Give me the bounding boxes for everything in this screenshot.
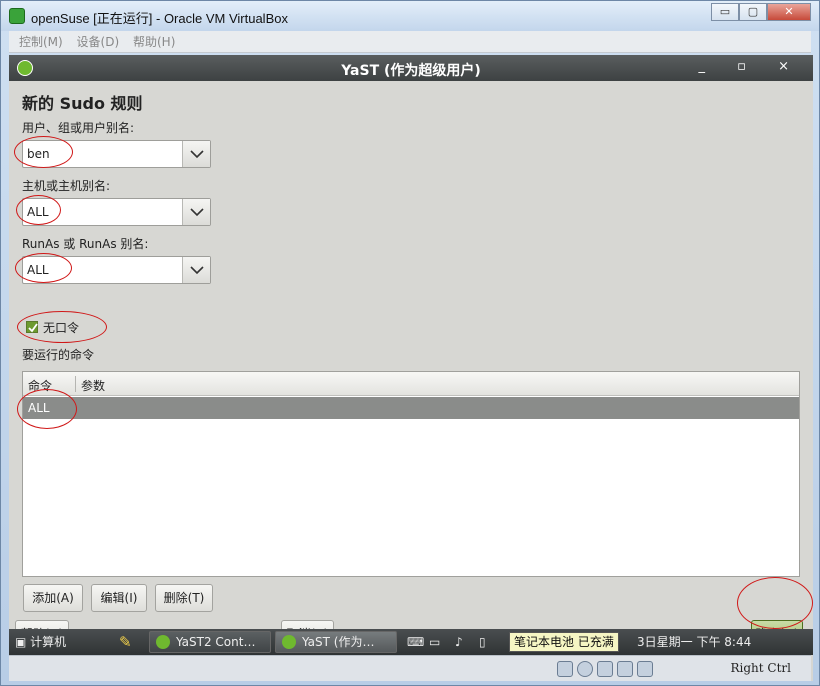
battery-tooltip: 笔记本电池 已充满 [509,632,619,652]
user-label: 用户、组或用户别名: [22,121,135,135]
host-status-bar: Right Ctrl [9,655,811,681]
host-key-label: Right Ctrl [730,661,792,675]
highlight-ring [14,136,73,168]
sudo-rule-dialog: 新的 Sudo 规则 用户、组或用户别名: ben 主机或主机别名: ALL R… [9,81,813,648]
opensuse-logo-icon [282,635,296,649]
commands-table[interactable]: 命令 参数 ALL [22,371,800,577]
yast-title-bar: YaST (作为超级用户) _ ▫ × [9,55,813,81]
minimize-button[interactable]: ▭ [711,3,739,21]
yast-window-title: YaST (作为超级用户) [341,63,481,79]
virtualbox-app-icon [9,8,25,24]
network-icon[interactable] [617,661,633,677]
keyboard-icon[interactable]: ⌨ [407,629,424,655]
chevron-down-icon [190,208,204,217]
yast-window-controls[interactable]: _ ▫ × [699,59,803,74]
computer-menu-label: 计算机 [30,635,67,649]
menu-help[interactable]: 帮助(H) [133,31,175,53]
runas-dropdown-button[interactable] [182,257,210,283]
guest-screen: YaST (作为超级用户) _ ▫ × 新的 Sudo 规则 用户、组或用户别名… [9,55,813,681]
opensuse-logo-icon [156,635,170,649]
host-label: 主机或主机别名: [22,179,111,193]
dialog-heading: 新的 Sudo 规则 [22,94,143,113]
shared-folders-icon[interactable] [637,661,653,677]
optical-drive-icon[interactable] [577,661,593,677]
column-divider [75,376,76,392]
notes-icon[interactable]: ✎ [119,629,132,655]
taskbar-item-yast[interactable]: YaST (作为… [275,631,397,653]
table-row[interactable]: ALL [23,397,799,419]
highlight-ring [15,253,72,283]
host-title-bar: openSuse [正在运行] - Oracle VM VirtualBox ▭… [1,1,819,31]
runas-label: RunAs 或 RunAs 别名: [22,237,149,251]
highlight-ring [737,577,813,629]
clock[interactable]: 3日星期一 下午 8:44 [637,629,751,655]
chevron-down-icon [190,150,204,159]
taskbar-item-label: YaST (作为… [302,635,375,649]
delete-button[interactable]: 删除(T) [155,584,213,612]
usb-icon[interactable] [597,661,613,677]
highlight-ring [17,311,107,343]
add-button[interactable]: 添加(A) [23,584,83,612]
guest-taskbar: ▣ 计算机 ✎ YaST2 Cont… YaST (作为… ⌨ ▭ ♪ ▯ 笔记… [9,629,813,655]
battery-icon[interactable]: ▯ [479,629,486,655]
menu-devices[interactable]: 设备(D) [77,31,120,53]
host-menu-bar: 控制(M) 设备(D) 帮助(H) [9,31,811,53]
taskbar-item-yast2[interactable]: YaST2 Cont… [149,631,271,653]
highlight-ring [17,389,77,429]
column-header-args[interactable]: 参数 [81,377,105,394]
host-window-title: openSuse [正在运行] - Oracle VM VirtualBox [31,11,288,26]
display-icon[interactable]: ▭ [429,629,440,655]
chevron-down-icon [190,266,204,275]
commands-label: 要运行的命令 [22,348,95,362]
close-button[interactable]: ✕ [767,3,811,21]
maximize-button[interactable]: ▢ [739,3,767,21]
user-dropdown-button[interactable] [182,141,210,167]
volume-icon[interactable]: ♪ [455,629,463,655]
menu-control[interactable]: 控制(M) [19,31,63,53]
hard-disk-icon[interactable] [557,661,573,677]
table-header: 命令 参数 [23,372,799,396]
edit-button[interactable]: 编辑(I) [91,584,147,612]
host-dropdown-button[interactable] [182,199,210,225]
taskbar-item-label: YaST2 Cont… [176,635,256,649]
highlight-ring [16,195,61,225]
computer-menu[interactable]: ▣ 计算机 [15,629,66,655]
virtualbox-window: openSuse [正在运行] - Oracle VM VirtualBox ▭… [0,0,820,686]
